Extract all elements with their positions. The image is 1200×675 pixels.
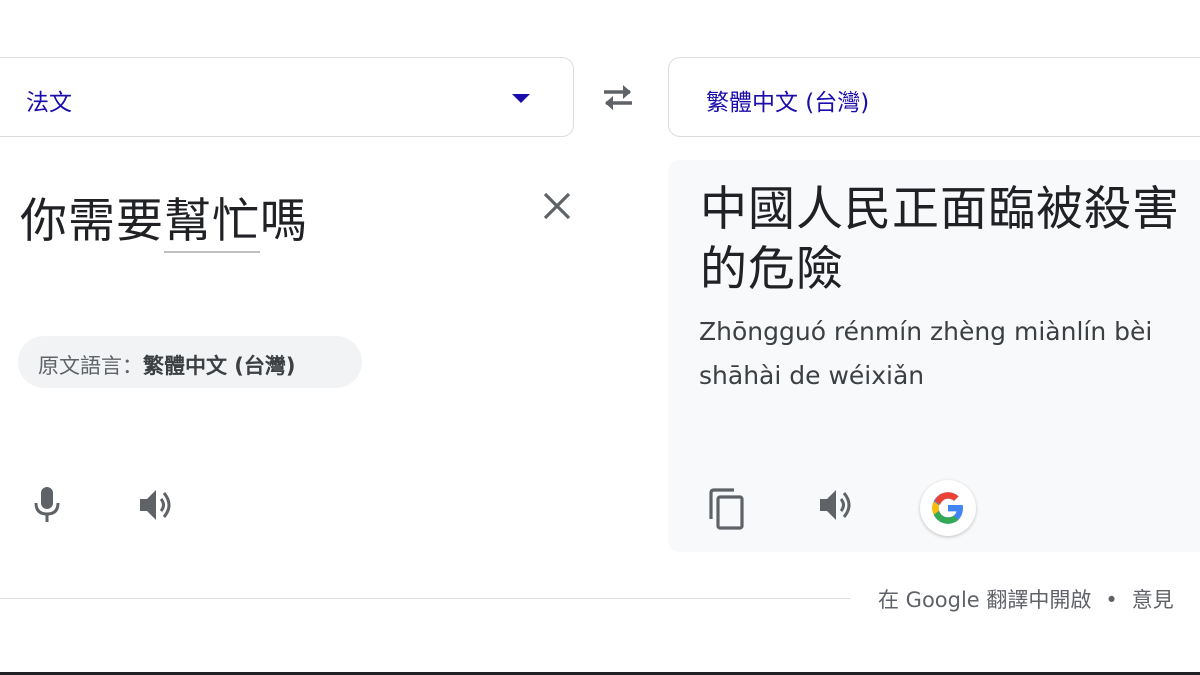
divider xyxy=(0,598,850,599)
swap-icon[interactable] xyxy=(600,82,636,112)
footer: 在 Google 翻譯中開啟 • 意見 xyxy=(878,584,1174,614)
source-text[interactable]: 你需要幫忙嗎 xyxy=(20,182,308,253)
google-search-button[interactable] xyxy=(920,480,976,536)
source-text-plain: 你需要 xyxy=(20,194,164,249)
detected-language-prefix: 原文語言： xyxy=(38,354,143,378)
source-language-label: 法文 xyxy=(26,90,72,116)
source-language-selector[interactable]: 法文 xyxy=(0,57,574,137)
translation-result-text: 中國人民正面臨被殺害的危險 xyxy=(700,182,1180,297)
source-text-tail: 嗎 xyxy=(260,194,308,249)
source-text-underlined-1: 幫 xyxy=(164,194,212,253)
detected-language-chip[interactable]: 原文語言：繁體中文 (台灣) xyxy=(18,336,362,388)
target-language-label: 繁體中文 (台灣) xyxy=(706,90,870,116)
target-language-selector[interactable]: 繁體中文 (台灣) xyxy=(668,57,1200,137)
footer-bullet: • xyxy=(1105,588,1118,612)
translation-pinyin: Zhōngguó rénmín zhèng miànlín bèi shāhài… xyxy=(699,310,1200,398)
speaker-icon[interactable] xyxy=(816,485,858,525)
pinyin-line-1: Zhōngguó rénmín zhèng miànlín bèi xyxy=(699,317,1153,346)
close-icon[interactable] xyxy=(541,190,573,222)
google-icon xyxy=(932,492,963,524)
microphone-icon[interactable] xyxy=(30,484,64,524)
speaker-icon[interactable] xyxy=(136,485,178,525)
source-text-underlined-2: 忙 xyxy=(212,194,260,253)
pinyin-line-2: shāhài de wéixiǎn xyxy=(699,361,925,390)
open-in-google-translate-link[interactable]: 在 Google 翻譯中開啟 xyxy=(878,588,1091,612)
feedback-link[interactable]: 意見 xyxy=(1132,588,1174,612)
detected-language-name: 繁體中文 (台灣) xyxy=(143,354,296,378)
dropdown-arrow-icon[interactable] xyxy=(512,94,530,103)
copy-icon[interactable] xyxy=(707,487,747,531)
